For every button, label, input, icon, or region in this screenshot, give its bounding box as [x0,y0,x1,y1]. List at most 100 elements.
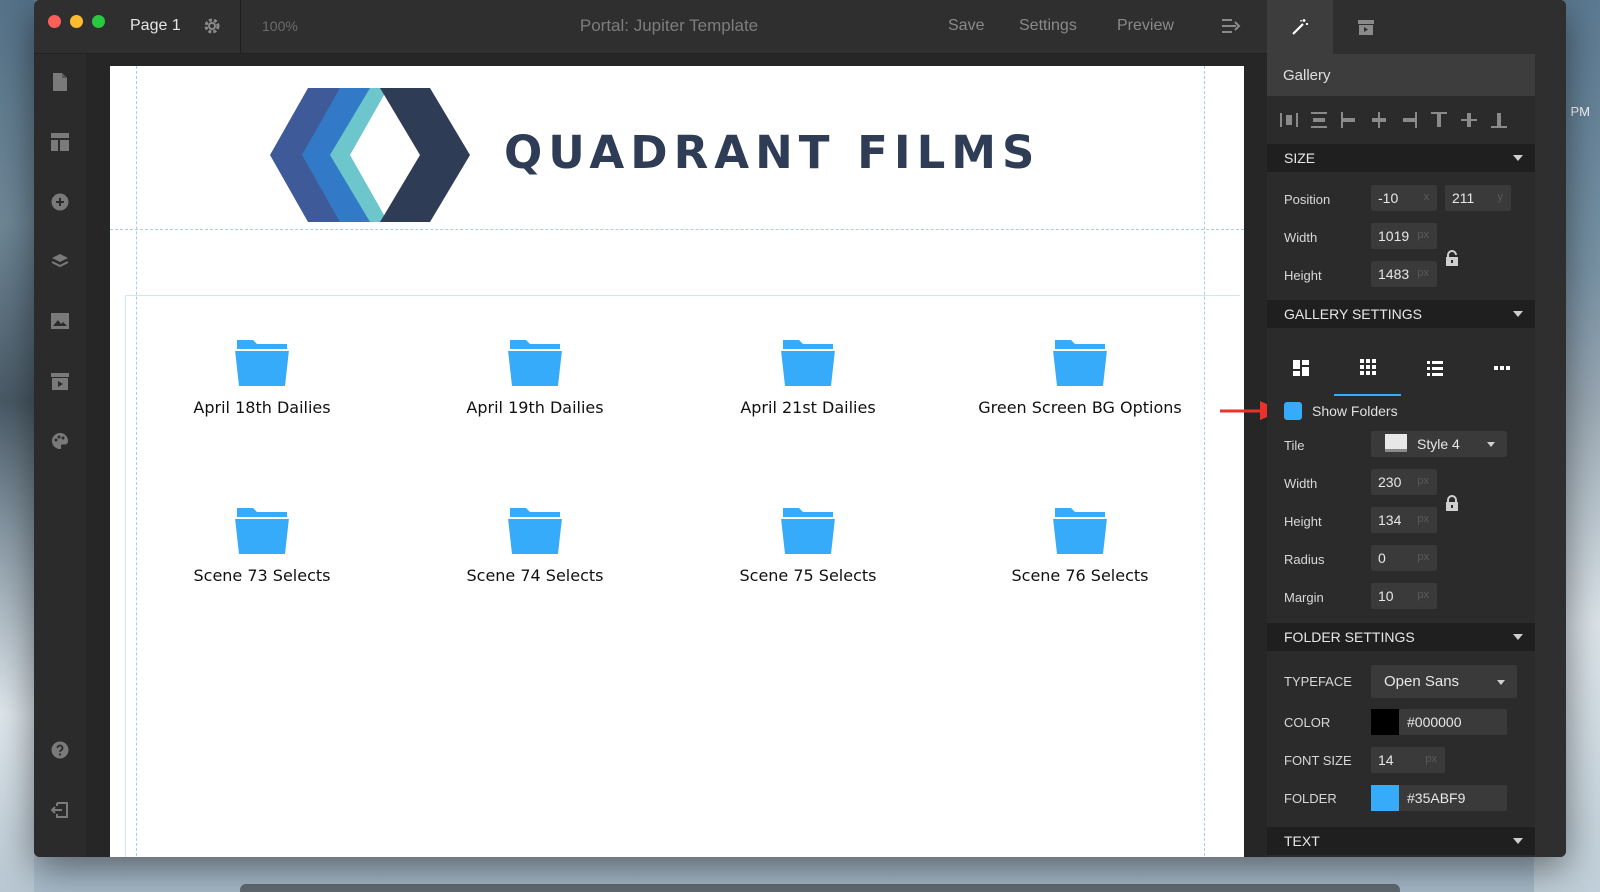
gallery-folder-item[interactable]: Scene 73 Selects [142,506,382,585]
folder-label: April 19th Dailies [466,398,604,417]
text-section-header[interactable]: TEXT [1267,827,1535,855]
distribute-horizontal-icon[interactable] [1279,110,1299,130]
tile-height-value: 134 [1378,512,1402,528]
px-unit: px [1417,589,1429,601]
align-top-icon[interactable] [1429,110,1449,130]
grid-layout-tab[interactable] [1334,340,1401,396]
gallery-folder-item[interactable]: Scene 74 Selects [415,506,655,585]
page-settings-gear-icon[interactable] [202,16,222,36]
folder-color-field[interactable]: #35ABF9 [1399,785,1507,811]
gallery-settings-section-header[interactable]: GALLERY SETTINGS [1267,300,1535,328]
folder-label: Scene 76 Selects [1011,566,1149,585]
gallery-folder-item[interactable]: April 18th Dailies [142,338,382,417]
text-color-swatch[interactable] [1371,709,1399,735]
font-size-value: 14 [1378,752,1394,768]
exit-icon[interactable] [49,799,71,821]
show-folders-checkbox[interactable] [1284,402,1302,420]
text-color-field[interactable]: #000000 [1399,709,1507,735]
size-header-label: SIZE [1284,150,1316,166]
size-section-header[interactable]: SIZE [1267,144,1535,172]
folder-settings-header-label: FOLDER SETTINGS [1284,629,1415,645]
folder-icon [235,340,289,386]
folder-icon [1053,340,1107,386]
left-sidebar [34,54,86,857]
gallery-folder-item[interactable]: Scene 75 Selects [688,506,928,585]
margin-field[interactable]: 10 px [1371,583,1437,609]
image-icon[interactable] [49,310,71,332]
tile-style-value: Style 4 [1417,436,1460,452]
aspect-lock-icon[interactable] [1445,250,1459,266]
tile-style-dropdown[interactable]: Style 4 [1371,431,1507,457]
distribute-vertical-icon[interactable] [1309,110,1329,130]
y-unit: y [1497,191,1504,203]
tile-height-field[interactable]: 134 px [1371,507,1437,533]
media-icon[interactable] [49,371,71,393]
font-size-field[interactable]: 14 px [1371,747,1445,773]
typeface-dropdown[interactable]: Open Sans [1371,665,1517,698]
quadrant-films-logo [270,88,470,222]
height-field[interactable]: 1483 px [1371,261,1437,287]
gallery-folder-item[interactable]: April 19th Dailies [415,338,655,417]
add-element-icon[interactable] [49,191,71,213]
align-right-icon[interactable] [1399,110,1419,130]
px-unit: px [1417,267,1429,279]
gallery-folder-item[interactable]: April 21st Dailies [688,338,928,417]
alignment-toolbar [1279,110,1535,134]
align-middle-icon[interactable] [1459,110,1479,130]
close-window-button[interactable] [48,15,61,28]
minimize-window-button[interactable] [70,15,83,28]
position-y-field[interactable]: 211 y [1445,185,1511,211]
height-value: 1483 [1378,266,1410,282]
list-icon [1426,361,1443,376]
zoom-level[interactable]: 100% [262,18,298,34]
position-x-field[interactable]: -10 x [1371,185,1437,211]
color-label: COLOR [1284,715,1331,730]
document-title: Portal: Jupiter Template [579,16,759,35]
page-icon[interactable] [49,71,71,93]
help-icon[interactable] [49,739,71,761]
canvas-area: QUADRANT FILMS April 18th Dailies April 1… [86,54,1282,857]
position-x-value: -10 [1378,190,1399,206]
chevron-down-icon [1513,155,1523,161]
more-options-tab[interactable] [1468,340,1535,396]
radius-field[interactable]: 0 px [1371,545,1437,571]
settings-button[interactable]: Settings [1019,17,1077,35]
folder-settings-section-header[interactable]: FOLDER SETTINGS [1267,623,1535,651]
app-window: Page 1 100% Portal: Jupiter Template Sav… [34,0,1566,857]
panel-scrollbar[interactable] [1535,54,1566,857]
folder-color-value: #35ABF9 [1407,790,1466,806]
layers-icon[interactable] [49,250,71,272]
palette-icon[interactable] [49,430,71,452]
layout-icon[interactable] [49,131,71,153]
align-bottom-icon[interactable] [1489,110,1509,130]
folder-icon [781,340,835,386]
tile-height-label: Height [1284,514,1322,529]
design-tab-magic-wand-icon[interactable] [1267,0,1333,54]
page-name[interactable]: Page 1 [130,17,181,35]
px-unit: px [1425,753,1437,765]
gallery-folder-item[interactable]: Scene 76 Selects [960,506,1200,585]
media-tab-icon[interactable] [1333,0,1399,54]
tile-label: Tile [1284,438,1305,453]
align-left-icon[interactable] [1339,110,1359,130]
collapse-panel-icon[interactable] [1220,16,1244,38]
page-canvas[interactable]: QUADRANT FILMS April 18th Dailies April 1… [110,66,1244,857]
align-center-horizontal-icon[interactable] [1369,110,1389,130]
chevron-down-icon [1513,838,1523,844]
gallery-folder-item[interactable]: Green Screen BG Options [960,338,1200,417]
width-field[interactable]: 1019 px [1371,223,1437,249]
tile-aspect-lock-icon[interactable] [1445,495,1459,511]
dock [240,884,1400,892]
brand-name: QUADRANT FILMS [504,126,1041,179]
preview-button[interactable]: Preview [1117,17,1174,35]
zoom-window-button[interactable] [92,15,105,28]
text-color-value: #000000 [1407,714,1462,730]
save-button[interactable]: Save [948,17,984,35]
tile-layout-tab[interactable] [1267,340,1334,396]
list-layout-tab[interactable] [1401,340,1468,396]
tile-width-field[interactable]: 230 px [1371,469,1437,495]
chevron-down-icon [1513,634,1523,640]
folder-color-label: FOLDER [1284,791,1337,806]
folder-color-swatch[interactable] [1371,785,1399,811]
folder-icon [235,508,289,554]
